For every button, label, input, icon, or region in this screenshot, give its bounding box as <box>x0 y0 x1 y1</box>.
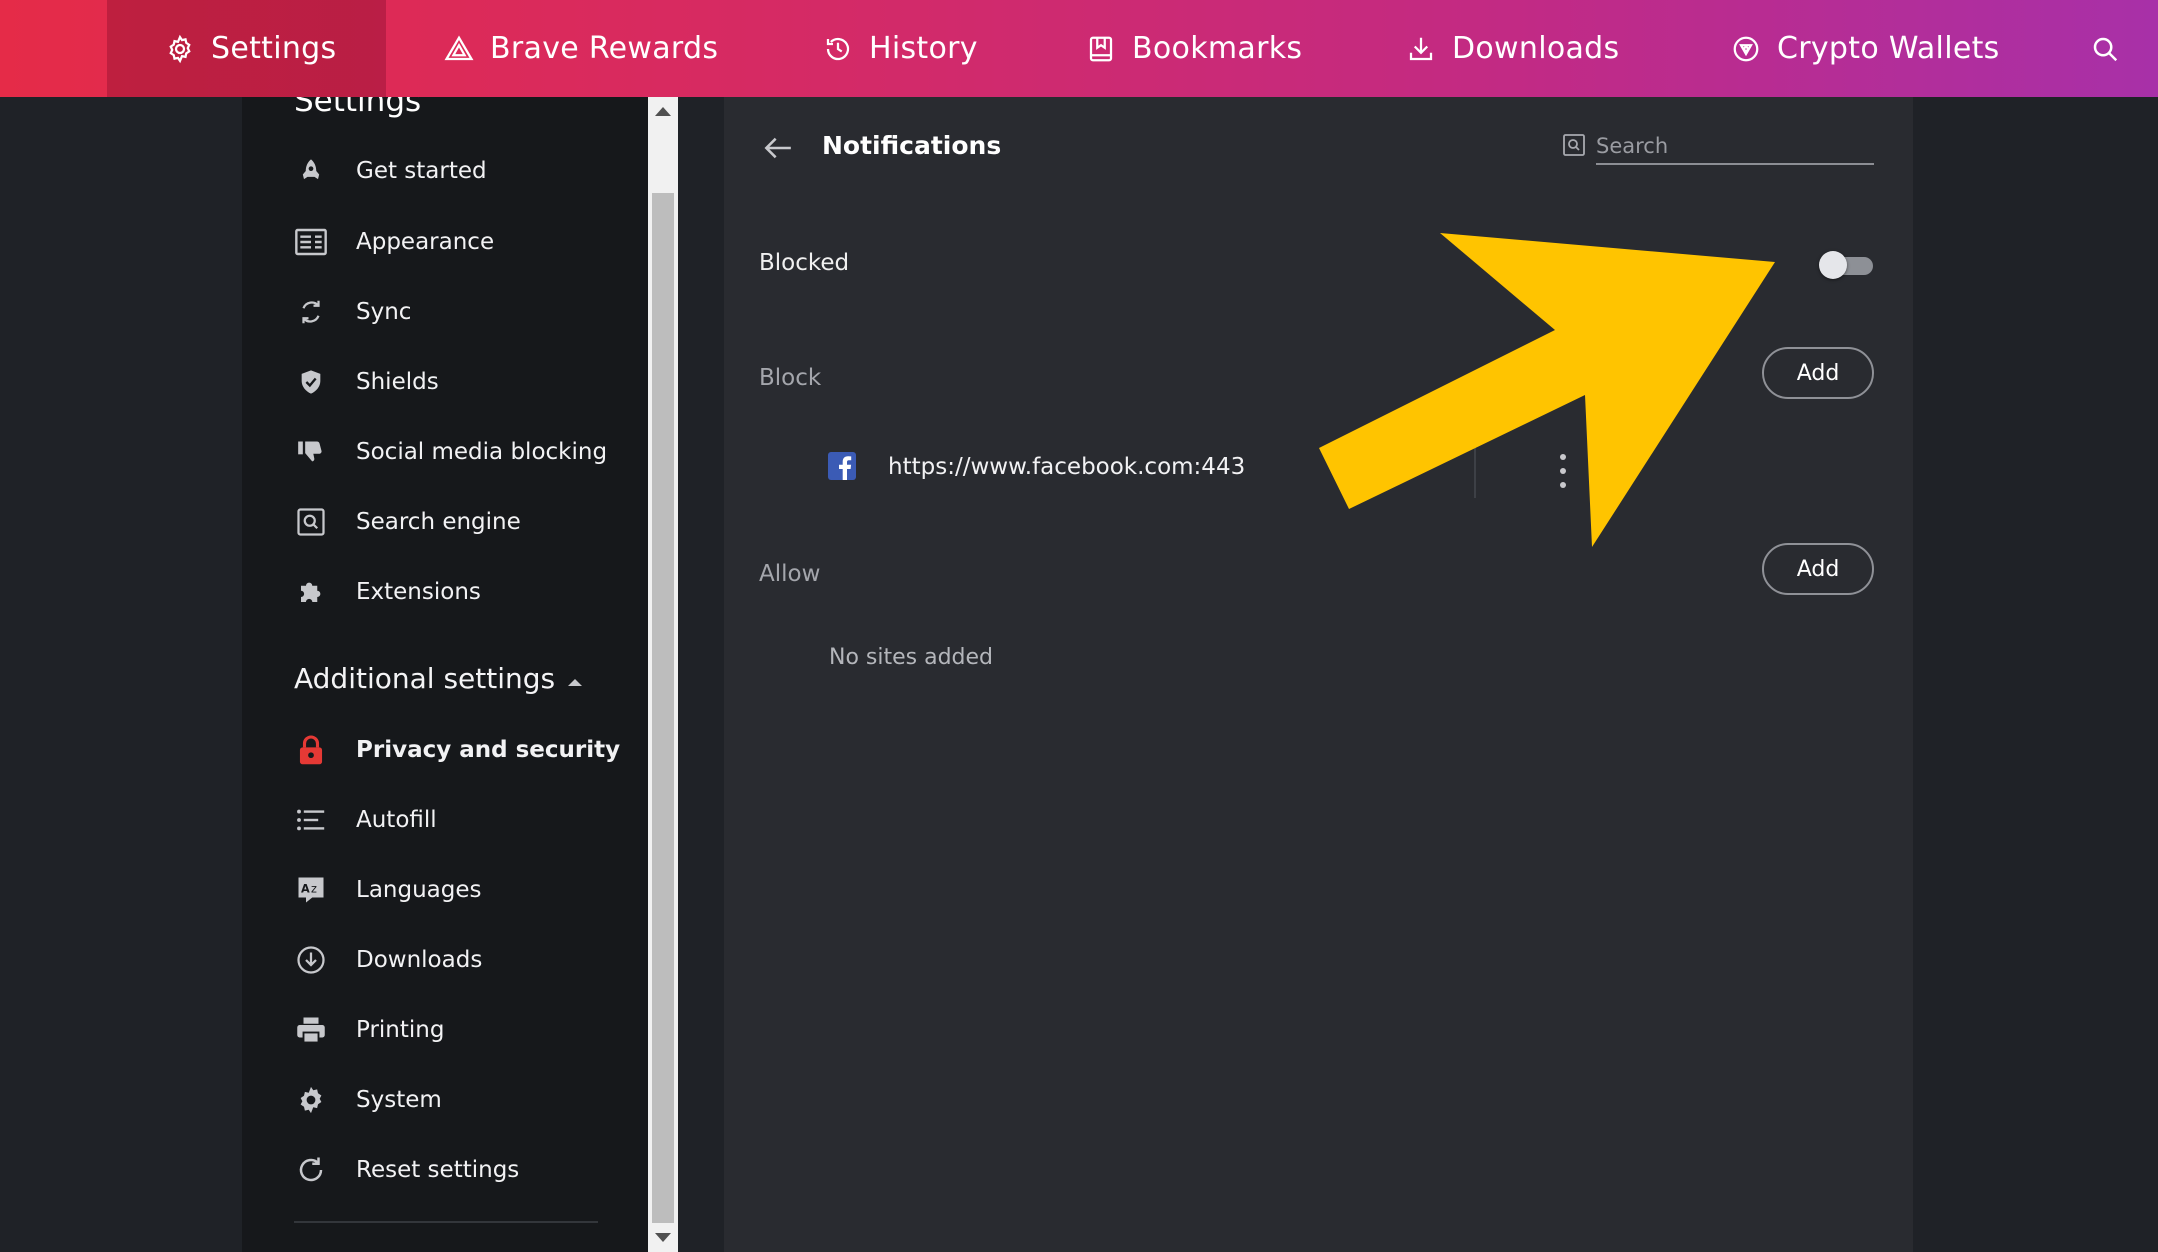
back-button[interactable] <box>758 130 798 170</box>
blocked-toggle[interactable] <box>1819 251 1873 279</box>
top-navigation-bar: Settings Brave Rewards History Bookmarks… <box>0 0 2158 97</box>
thumbs-down-icon <box>294 435 328 469</box>
allow-section-label: Allow <box>759 561 821 587</box>
rewards-triangle-icon <box>444 34 474 64</box>
sidebar-item-label: System <box>356 1087 442 1113</box>
sidebar-item-label: Social media blocking <box>356 439 608 465</box>
additional-settings-toggle[interactable]: Additional settings <box>294 653 584 703</box>
nav-tab-label: Settings <box>211 31 337 66</box>
chevron-up-icon <box>566 662 584 695</box>
settings-search <box>1562 125 1882 169</box>
sidebar-item-label: Printing <box>356 1017 445 1043</box>
svg-text:z: z <box>311 883 317 896</box>
sidebar-item-reset-settings[interactable]: Reset settings <box>294 1140 519 1200</box>
allow-empty-message: No sites added <box>829 645 994 670</box>
sync-icon <box>294 295 328 329</box>
printer-icon <box>294 1013 328 1047</box>
additional-settings-label: Additional settings <box>294 661 556 695</box>
sidebar-item-label: Privacy and security <box>356 737 621 763</box>
sidebar-scrollbar[interactable] <box>648 97 678 1252</box>
puzzle-icon <box>294 575 328 609</box>
sidebar-item-languages[interactable]: Az Languages <box>294 860 482 920</box>
rocket-icon <box>294 154 328 188</box>
sidebar-item-shields[interactable]: Shields <box>294 352 439 412</box>
nav-tab-downloads[interactable]: Downloads <box>1406 0 1619 97</box>
sidebar-item-label: Shields <box>356 369 439 395</box>
reset-icon <box>294 1153 328 1187</box>
block-section-label: Block <box>759 365 822 391</box>
chevron-right-icon[interactable] <box>1406 460 1413 474</box>
blocked-label: Blocked <box>759 250 850 276</box>
sidebar-item-sync[interactable]: Sync <box>294 282 411 342</box>
nav-tab-bookmarks[interactable]: Bookmarks <box>1086 0 1302 97</box>
sidebar-item-get-started[interactable]: Get started <box>294 141 487 201</box>
nav-tab-label: Bookmarks <box>1132 31 1303 66</box>
notifications-panel: Notifications Blocked Block Add https://… <box>724 97 1913 1252</box>
blocked-site-row[interactable]: https://www.facebook.com:443 <box>828 444 1828 498</box>
sidebar-item-label: Downloads <box>356 947 483 973</box>
svg-text:A: A <box>301 883 310 896</box>
add-block-button[interactable]: Add <box>1762 347 1874 399</box>
sidebar-item-label: Reset settings <box>356 1157 520 1183</box>
scrollbar-thumb[interactable] <box>652 193 674 1223</box>
nav-tab-label: Crypto Wallets <box>1777 31 2000 66</box>
settings-sidebar: Settings Get started Appearance Sync Shi… <box>242 97 648 1252</box>
lock-icon <box>294 733 328 767</box>
shield-icon <box>294 365 328 399</box>
nav-tab-crypto-wallets[interactable]: Crypto Wallets <box>1731 0 2000 97</box>
nav-tab-settings[interactable]: Settings <box>107 0 386 97</box>
bookmark-icon <box>1086 34 1116 64</box>
search-input[interactable] <box>1596 129 1874 165</box>
history-icon <box>823 34 853 64</box>
site-url: https://www.facebook.com:443 <box>888 454 1246 480</box>
download-circle-icon <box>294 943 328 977</box>
nav-tab-label: Downloads <box>1452 31 1620 66</box>
toggle-knob <box>1819 251 1847 279</box>
search-icon <box>2090 34 2120 64</box>
scroll-down-arrow-icon[interactable] <box>655 1233 671 1242</box>
sidebar-item-label: Sync <box>356 299 412 325</box>
sidebar-item-social-media-blocking[interactable]: Social media blocking <box>294 422 607 482</box>
gear-icon <box>165 34 195 64</box>
sidebar-item-appearance[interactable]: Appearance <box>294 212 494 272</box>
sidebar-item-search-engine[interactable]: Search engine <box>294 492 521 552</box>
sidebar-item-label: Get started <box>356 158 487 184</box>
sidebar-item-extensions[interactable]: Extensions <box>294 562 481 622</box>
sidebar-item-label: Search engine <box>356 509 521 535</box>
nav-tab-label: Brave Rewards <box>490 31 719 66</box>
sidebar-divider <box>294 1221 598 1223</box>
appearance-icon <box>294 225 328 259</box>
facebook-icon <box>828 452 856 480</box>
add-allow-button[interactable]: Add <box>1762 543 1874 595</box>
row-separator <box>1474 444 1476 498</box>
search-icon <box>1562 133 1586 161</box>
nav-tab-brave-rewards[interactable]: Brave Rewards <box>444 0 718 97</box>
system-gear-icon <box>294 1083 328 1117</box>
search-engine-icon <box>294 505 328 539</box>
list-icon <box>294 803 328 837</box>
sidebar-item-label: Languages <box>356 877 482 903</box>
arrow-left-icon <box>764 136 792 164</box>
download-icon <box>1406 34 1436 64</box>
sidebar-item-privacy-and-security[interactable]: Privacy and security <box>294 720 620 780</box>
nav-tab-label: History <box>869 31 978 66</box>
sidebar-heading: Settings <box>294 97 422 119</box>
sidebar-item-downloads[interactable]: Downloads <box>294 930 482 990</box>
sidebar-item-system[interactable]: System <box>294 1070 442 1130</box>
wallet-icon <box>1731 34 1761 64</box>
sidebar-item-autofill[interactable]: Autofill <box>294 790 437 850</box>
nav-tab-history[interactable]: History <box>823 0 978 97</box>
sidebar-item-label: Appearance <box>356 229 495 255</box>
more-actions-icon[interactable] <box>1548 454 1578 488</box>
sidebar-item-label: Autofill <box>356 807 437 833</box>
sidebar-item-printing[interactable]: Printing <box>294 1000 444 1060</box>
languages-icon: Az <box>294 873 328 907</box>
top-search-button[interactable] <box>2090 0 2120 97</box>
sidebar-item-label: Extensions <box>356 579 481 605</box>
scroll-up-arrow-icon[interactable] <box>655 107 671 116</box>
page-title: Notifications <box>822 131 1002 160</box>
